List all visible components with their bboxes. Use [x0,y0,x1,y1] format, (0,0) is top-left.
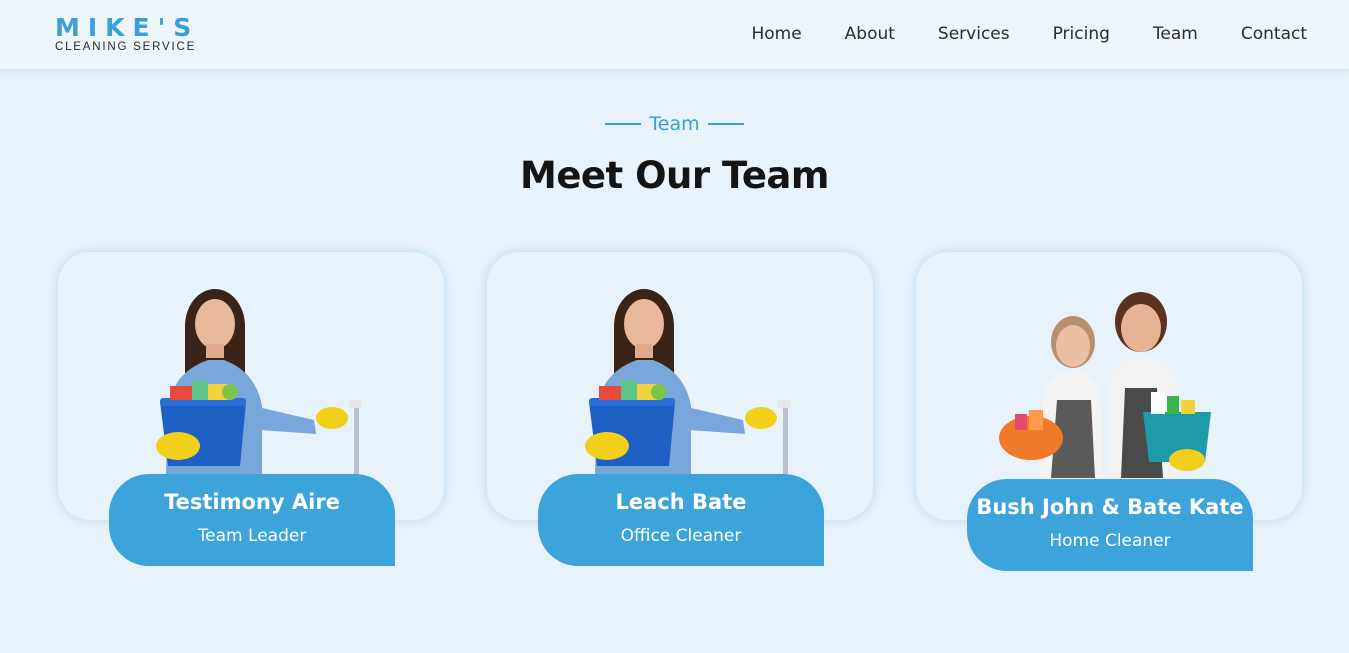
tag-line-left [605,123,642,125]
section-title: Meet Our Team [520,154,829,197]
logo[interactable]: MIKE'S CLEANING SERVICE [55,14,199,53]
nav-team[interactable]: Team [1153,22,1198,46]
team-member-label: Bush John & Bate Kate Home Cleaner [967,479,1253,571]
logo-main-text: MIKE'S [55,13,200,42]
team-member-photo [999,292,1211,478]
team-member-name: Bush John & Bate Kate [976,495,1244,519]
nav-services[interactable]: Services [938,22,1010,46]
main-nav: Home About Services Pricing Team Contact [708,22,1307,46]
section-tag-text: Team [649,113,700,135]
section-tag: Team [0,113,1349,135]
team-member-label: Testimony Aire Team Leader [109,474,395,566]
team-member-role: Team Leader [197,526,307,546]
nav-contact[interactable]: Contact [1241,22,1307,46]
team-member-photo [585,289,791,478]
tag-line-right [707,123,744,125]
team-member-name: Leach Bate [615,490,747,514]
team-member-role: Home Cleaner [1049,531,1171,551]
logo-sub-text: CLEANING SERVICE [55,41,197,53]
nav-pricing[interactable]: Pricing [1053,22,1110,46]
team-member-label: Leach Bate Office Cleaner [538,474,824,566]
nav-about[interactable]: About [845,22,895,46]
team-member-role: Office Cleaner [620,526,742,546]
site-header: MIKE'S CLEANING SERVICE Home About Servi… [0,0,1349,69]
nav-home[interactable]: Home [751,22,801,46]
team-member-photo [156,289,362,478]
team-member-name: Testimony Aire [164,490,340,514]
